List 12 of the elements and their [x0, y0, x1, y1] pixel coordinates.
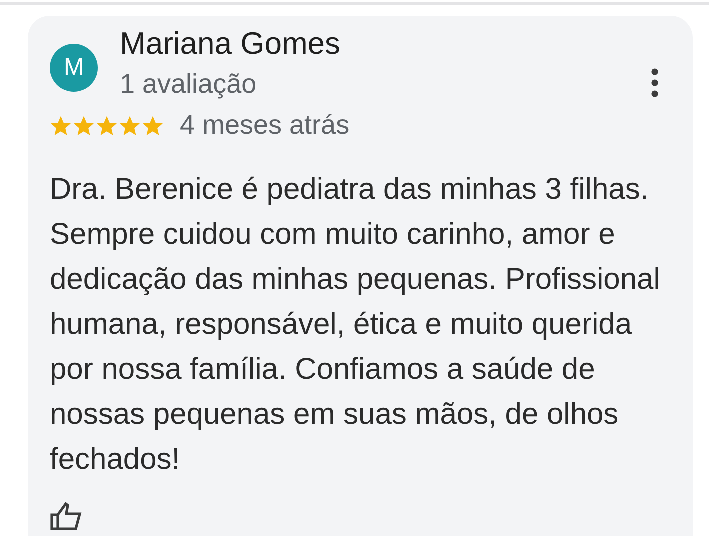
review-count: 1 avaliação [120, 68, 258, 100]
star-icon [50, 114, 72, 136]
star-icon [73, 114, 95, 136]
star-icon [119, 114, 141, 136]
thumbs-up-icon[interactable] [50, 502, 82, 532]
star-icon [142, 114, 164, 136]
review-time: 4 meses atrás [180, 110, 350, 141]
star-icon [96, 114, 118, 136]
review-text: Dra. Berenice é pediatra das minhas 3 filhas. Sempre cuidou com muito carinho, amor e dedicação das minhas pequenas. Profissional humana, responsável, ética e muito querida por nossa família. Confiamos a saúde de nossas pequenas em suas mãos, de olhos fechados! [50, 172, 662, 478]
more-options-icon[interactable] [651, 68, 659, 98]
avatar: M [50, 44, 98, 92]
author-name: Mariana Gomes [120, 26, 342, 62]
